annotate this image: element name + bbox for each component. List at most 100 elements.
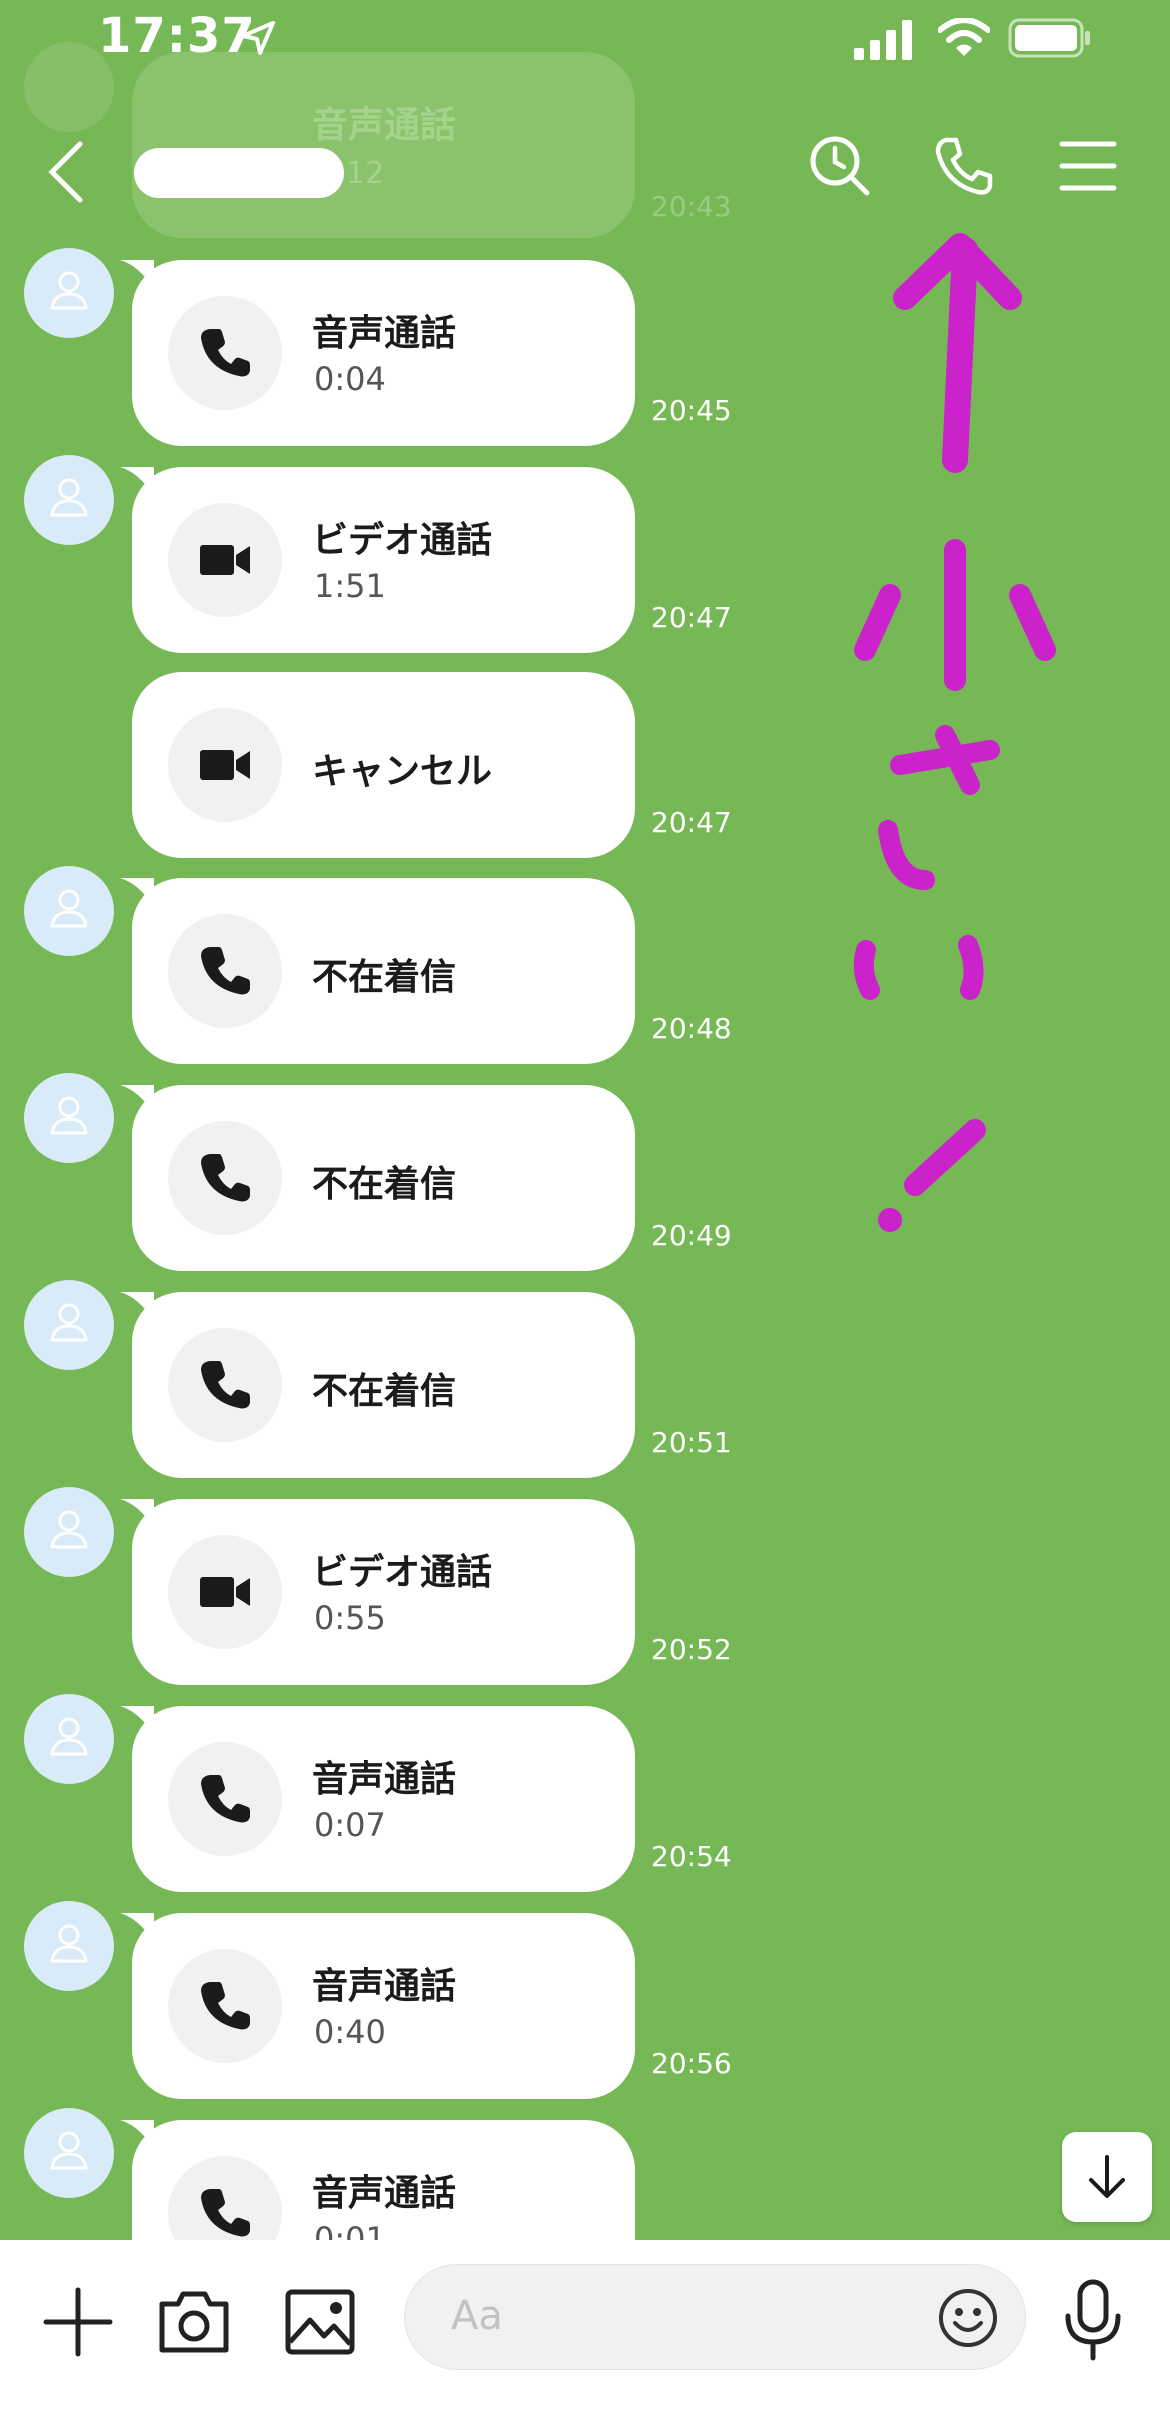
phone-icon (201, 2189, 250, 2237)
back-icon[interactable] (44, 140, 88, 204)
phone-icon (201, 947, 250, 995)
person-icon (50, 478, 88, 517)
chat-header (0, 110, 1170, 230)
call-title: 音声通話 (312, 1966, 457, 2007)
person-icon (50, 889, 88, 928)
video-icon (200, 545, 250, 575)
call-message: 音声通話 0:40 20:56 (0, 1901, 1170, 2101)
call-type-icon (168, 296, 282, 410)
call-duration: 0:07 (314, 1806, 386, 1844)
avatar[interactable] (24, 2108, 114, 2198)
plus-icon[interactable] (40, 2284, 116, 2360)
call-message: 不在着信 20:51 (0, 1280, 1170, 1480)
emoji-icon[interactable] (937, 2287, 999, 2349)
phone-icon (201, 1361, 250, 1409)
call-title: 音声通話 (312, 2173, 457, 2214)
status-time: 17:37 (98, 8, 256, 64)
message-time: 20:47 (651, 806, 732, 839)
call-bubble[interactable]: 音声通話 0:04 (132, 260, 635, 446)
call-title: 不在着信 (312, 957, 457, 998)
line-chat-screen: { "status_bar": { "time": "17:37" }, "he… (0, 0, 1170, 2413)
call-message: 音声通話 0:01 (0, 2108, 1170, 2240)
call-duration: 1:51 (314, 567, 386, 605)
call-type-icon (168, 1949, 282, 2063)
avatar[interactable] (24, 866, 114, 956)
message-time: 20:48 (651, 1012, 732, 1045)
call-type-icon (168, 1535, 282, 1649)
wifi-icon (938, 18, 990, 56)
search-icon[interactable] (808, 134, 872, 198)
call-bubble[interactable]: 不在着信 (132, 1085, 635, 1271)
video-icon (200, 1577, 250, 1607)
input-placeholder: Aa (451, 2293, 503, 2339)
call-duration: 0:04 (314, 360, 386, 398)
handwritten-annotation (853, 233, 1056, 1232)
image-icon[interactable] (282, 2284, 358, 2360)
location-arrow-icon (241, 21, 275, 55)
call-bubble[interactable]: 不在着信 (132, 878, 635, 1064)
call-type-icon (168, 1328, 282, 1442)
call-message: 音声通話 0:07 20:54 (0, 1694, 1170, 1894)
person-icon (50, 1096, 88, 1135)
avatar[interactable] (24, 1901, 114, 1991)
call-duration: 0:40 (314, 2013, 386, 2051)
avatar[interactable] (24, 455, 114, 545)
call-type-icon (168, 503, 282, 617)
call-bubble[interactable]: 不在着信 (132, 1292, 635, 1478)
person-icon (50, 2131, 88, 2170)
phone-icon (201, 1775, 250, 1823)
signal-icon (854, 20, 912, 60)
person-icon (50, 1924, 88, 1963)
avatar[interactable] (24, 1694, 114, 1784)
call-type-icon (168, 708, 282, 822)
message-input[interactable]: Aa (404, 2264, 1026, 2370)
message-time: 20:47 (651, 601, 732, 634)
battery-icon (1008, 18, 1090, 58)
call-bubble[interactable]: キャンセル (132, 672, 635, 858)
camera-icon[interactable] (156, 2284, 232, 2360)
call-title: 音声通話 (312, 313, 457, 354)
arrow-down-icon (1089, 2155, 1125, 2198)
call-duration: 0:55 (314, 1599, 386, 1637)
phone-icon[interactable] (932, 134, 996, 198)
person-icon (50, 1717, 88, 1756)
call-message: ビデオ通話 0:55 20:52 (0, 1487, 1170, 1687)
call-bubble[interactable]: 音声通話 0:07 (132, 1706, 635, 1892)
status-bar: 17:37 (0, 0, 1170, 80)
call-bubble[interactable]: ビデオ通話 1:51 (132, 467, 635, 653)
call-bubble[interactable]: 音声通話 0:01 (132, 2120, 635, 2240)
call-title: 不在着信 (312, 1164, 457, 1205)
message-time: 20:54 (651, 1840, 732, 1873)
call-title: キャンセル (312, 751, 493, 792)
call-type-icon (168, 1742, 282, 1856)
person-icon (50, 1303, 88, 1342)
message-time: 20:56 (651, 2047, 732, 2080)
person-icon (50, 271, 88, 310)
phone-icon (201, 329, 250, 377)
call-type-icon (168, 2156, 282, 2240)
avatar[interactable] (24, 1073, 114, 1163)
menu-icon[interactable] (1056, 134, 1120, 198)
contact-name[interactable] (134, 148, 344, 198)
avatar[interactable] (24, 1280, 114, 1370)
phone-icon (201, 1154, 250, 1202)
avatar[interactable] (24, 1487, 114, 1577)
scroll-down-button[interactable] (1062, 2132, 1152, 2222)
call-title: 不在着信 (312, 1371, 457, 1412)
call-title: 音声通話 (312, 1759, 457, 1800)
call-title: ビデオ通話 (312, 520, 493, 561)
person-icon (50, 1510, 88, 1549)
message-time: 20:51 (651, 1426, 732, 1459)
chat-area[interactable]: 音声通話 12 20:43 音声通話 0:04 20:45 ビデオ通話 1:51 20:4… (0, 0, 1170, 2240)
call-type-icon (168, 914, 282, 1028)
call-bubble[interactable]: ビデオ通話 0:55 (132, 1499, 635, 1685)
video-icon (200, 750, 250, 780)
call-title: ビデオ通話 (312, 1552, 493, 1593)
mic-icon[interactable] (1058, 2278, 1128, 2362)
avatar[interactable] (24, 248, 114, 338)
message-input-bar: Aa (0, 2240, 1170, 2413)
call-bubble[interactable]: 音声通話 0:40 (132, 1913, 635, 2099)
message-time: 20:52 (651, 1633, 732, 1666)
message-time: 20:49 (651, 1219, 732, 1252)
phone-icon (201, 1982, 250, 2030)
